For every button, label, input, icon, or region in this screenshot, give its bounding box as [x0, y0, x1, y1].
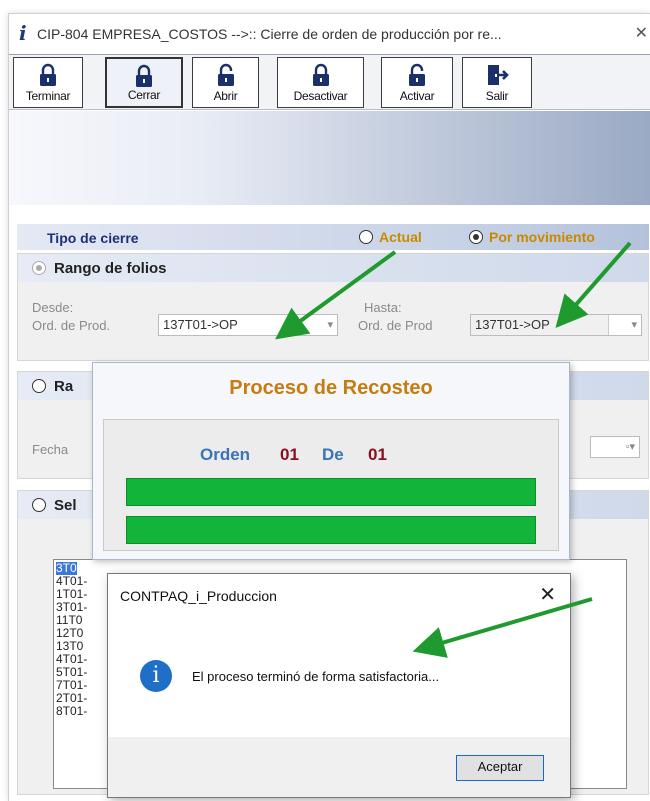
chevron-down-icon: ▾: [327, 319, 333, 331]
chevron-down-icon: ▾: [631, 319, 637, 331]
de-value: 01: [368, 445, 387, 464]
rango-folios-radio[interactable]: [32, 261, 46, 275]
rango-fechas-title: Ra: [54, 378, 74, 395]
info-icon: i: [19, 21, 27, 45]
list-item[interactable]: 8T01-: [56, 705, 87, 718]
seleccion-title: Sel: [54, 497, 77, 514]
recosteo-progress-dialog: Proceso de Recosteo Orden 01 De 01: [92, 362, 570, 560]
rango-folios-group: Rango de folios Desde: Ord. de Prod. 137…: [17, 253, 649, 361]
activar-button[interactable]: Activar: [381, 57, 453, 108]
orden-label: Orden: [200, 445, 251, 464]
seleccion-radio[interactable]: [32, 498, 46, 512]
hasta-field-label: Ord. de Prod: [358, 318, 433, 333]
aceptar-button[interactable]: Aceptar: [456, 755, 544, 781]
info-icon: i: [140, 660, 172, 692]
dialog-footer: Aceptar: [108, 737, 570, 797]
cerrar-label: Cerrar: [127, 88, 161, 102]
lock-closed-icon: [40, 63, 56, 86]
dialog-message: El proceso terminó de forma satisfactori…: [192, 669, 440, 684]
hasta-label: Hasta:: [364, 300, 402, 315]
abrir-button[interactable]: Abrir: [192, 57, 259, 108]
header-band: [9, 111, 650, 221]
fecha-label: Fecha: [32, 442, 69, 457]
salir-label: Salir: [485, 89, 509, 103]
toolbar: Terminar Cerrar Abrir Desactivar Activar…: [9, 54, 650, 110]
activar-label: Activar: [399, 89, 435, 103]
lock-closed-icon: [312, 63, 329, 86]
hasta-value: 137T01->OP: [471, 315, 609, 335]
fecha-picker[interactable]: ▫▾: [590, 436, 640, 458]
message-dialog: CONTPAQ_i_Produccion ✕ i El proceso term…: [107, 573, 571, 798]
tipo-cierre-label: Tipo de cierre: [47, 230, 139, 246]
cerrar-button[interactable]: Cerrar: [105, 57, 183, 108]
exit-door-icon: [488, 65, 509, 85]
progress-bar-1: [126, 478, 536, 506]
abrir-label: Abrir: [213, 89, 238, 103]
salir-button[interactable]: Salir: [462, 57, 532, 108]
close-icon[interactable]: ✕: [539, 582, 556, 607]
terminar-label: Terminar: [25, 89, 71, 103]
rango-folios-title: Rango de folios: [54, 260, 167, 277]
desde-field-label: Ord. de Prod.: [32, 318, 111, 333]
dialog-title: CONTPAQ_i_Produccion: [120, 588, 277, 604]
title-bar: i CIP-804 EMPRESA_COSTOS -->:: Cierre de…: [9, 14, 650, 54]
desde-combo[interactable]: 137T01->OP ▾: [158, 314, 338, 336]
lock-open-icon: [409, 63, 425, 86]
orden-value: 01: [280, 445, 299, 464]
desactivar-button[interactable]: Desactivar: [277, 57, 364, 108]
progress-title: Proceso de Recosteo: [229, 377, 433, 399]
window-close-button[interactable]: ✕: [635, 23, 648, 43]
window-title: CIP-804 EMPRESA_COSTOS -->:: Cierre de o…: [37, 26, 502, 42]
de-label: De: [322, 445, 344, 464]
band-spacer: [9, 205, 650, 221]
rango-fechas-radio[interactable]: [32, 379, 46, 393]
calendar-dropdown-icon: ▫▾: [625, 441, 635, 453]
hasta-combo[interactable]: 137T01->OP ▾: [470, 314, 642, 336]
terminar-button[interactable]: Terminar: [13, 57, 83, 108]
progress-panel: Orden 01 De 01: [103, 419, 559, 551]
desde-value: 137T01->OP: [163, 317, 238, 332]
por-movimiento-label[interactable]: Por movimiento: [489, 229, 595, 245]
actual-label[interactable]: Actual: [379, 229, 422, 245]
progress-bar-2: [126, 516, 536, 544]
rango-folios-header: Rango de folios: [18, 254, 648, 282]
desactivar-label: Desactivar: [293, 89, 348, 103]
por-movimiento-radio[interactable]: [469, 230, 483, 244]
lock-closed-icon: [136, 64, 152, 87]
actual-radio[interactable]: [359, 230, 373, 244]
tipo-cierre-header: Tipo de cierre Actual Por movimiento: [17, 224, 649, 250]
lock-open-icon: [217, 63, 234, 86]
desde-label: Desde:: [32, 300, 74, 315]
